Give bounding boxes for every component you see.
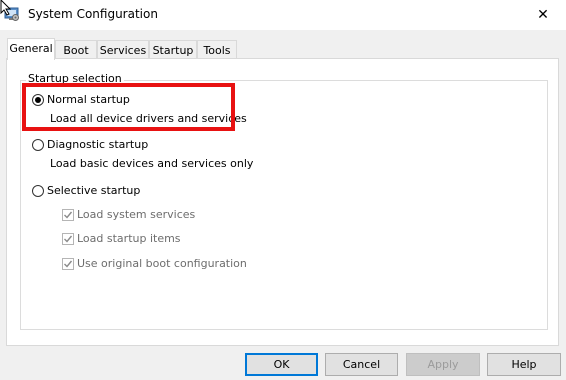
radio-button[interactable] <box>32 184 44 197</box>
checkbox-load-startup-items[interactable]: Load startup items <box>62 232 181 245</box>
radio-button[interactable] <box>32 138 44 151</box>
mouse-cursor-icon <box>0 0 12 16</box>
cancel-button[interactable]: Cancel <box>325 353 398 376</box>
check-icon[interactable] <box>62 232 74 245</box>
title-bar: System Configuration ✕ <box>0 0 566 30</box>
checkbox-label: Load system services <box>77 208 196 221</box>
help-button[interactable]: Help <box>487 353 561 376</box>
radio-diagnostic-startup[interactable]: Diagnostic startup <box>32 138 148 151</box>
tab-label: General <box>9 42 53 55</box>
tab-tools[interactable]: Tools <box>197 40 237 60</box>
check-icon[interactable] <box>62 208 74 221</box>
check-icon[interactable] <box>62 257 74 270</box>
tab-label: Boot <box>63 44 89 57</box>
tab-label: Tools <box>203 44 231 57</box>
checkbox-load-system-services[interactable]: Load system services <box>62 208 195 221</box>
radio-label: Diagnostic startup <box>47 138 149 151</box>
radio-selective-startup[interactable]: Selective startup <box>32 184 140 197</box>
window-title: System Configuration <box>28 7 158 21</box>
diagnostic-startup-description: Load basic devices and services only <box>50 157 254 170</box>
checkbox-use-original-boot-configuration[interactable]: Use original boot configuration <box>62 257 247 270</box>
apply-button[interactable]: Apply <box>406 353 480 376</box>
checkbox-label: Use original boot configuration <box>77 257 247 270</box>
checkbox-label: Load startup items <box>77 232 181 245</box>
close-icon: ✕ <box>537 7 549 23</box>
radio-label: Selective startup <box>47 184 141 197</box>
tab-startup[interactable]: Startup <box>149 40 197 60</box>
tab-label: Services <box>99 44 147 57</box>
highlight-box <box>22 83 235 131</box>
ok-button[interactable]: OK <box>245 353 318 376</box>
close-button[interactable]: ✕ <box>520 0 566 30</box>
tab-general[interactable]: General <box>7 38 55 60</box>
tab-services[interactable]: Services <box>97 40 149 60</box>
tab-label: Startup <box>152 44 194 57</box>
tab-boot[interactable]: Boot <box>55 40 97 60</box>
